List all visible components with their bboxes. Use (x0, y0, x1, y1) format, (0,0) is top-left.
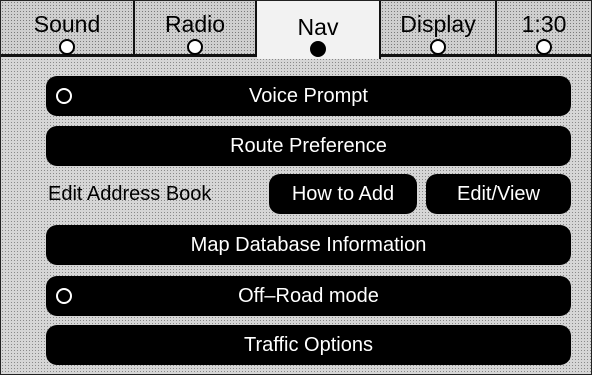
radio-dot-icon (430, 39, 446, 55)
off-road-mode-label: Off–Road mode (238, 285, 379, 307)
voice-prompt-label: Voice Prompt (249, 85, 368, 107)
tab-clock[interactable]: 1:30 (497, 1, 591, 57)
how-to-add-label: How to Add (291, 183, 395, 205)
map-database-information-button[interactable]: Map Database Information (46, 225, 571, 265)
radio-dot-icon (536, 39, 552, 55)
map-database-label: Map Database Information (190, 234, 427, 256)
radio-dot-icon (56, 288, 72, 304)
voice-prompt-button[interactable]: Voice Prompt (46, 76, 571, 116)
tab-radio[interactable]: Radio (135, 1, 257, 57)
tab-sound[interactable]: Sound (1, 1, 135, 57)
radio-dot-icon (187, 39, 203, 55)
tab-display[interactable]: Display (381, 1, 497, 57)
off-road-mode-button[interactable]: Off–Road mode (46, 276, 571, 316)
tab-label: Radio (164, 11, 226, 37)
tab-label: Sound (33, 11, 101, 37)
route-preference-label: Route Preference (230, 135, 387, 157)
radio-dot-icon (310, 41, 326, 57)
route-preference-button[interactable]: Route Preference (46, 126, 571, 166)
traffic-options-button[interactable]: Traffic Options (46, 325, 571, 365)
traffic-options-label: Traffic Options (244, 334, 373, 356)
how-to-add-button[interactable]: How to Add (269, 174, 417, 214)
radio-dot-icon (56, 88, 72, 104)
edit-view-button[interactable]: Edit/View (426, 174, 571, 214)
tab-bar: Sound Radio Nav Display 1:30 (1, 1, 591, 59)
tab-label: 1:30 (521, 11, 567, 37)
tab-label: Nav (297, 14, 339, 40)
edit-address-book-label: Edit Address Book (48, 183, 212, 205)
tab-label: Display (400, 11, 476, 37)
tab-nav[interactable]: Nav (257, 1, 381, 59)
radio-dot-icon (59, 39, 75, 55)
edit-view-label: Edit/View (456, 183, 540, 205)
nav-menu-screen: Sound Radio Nav Display 1:30 Voice Promp… (0, 0, 592, 375)
